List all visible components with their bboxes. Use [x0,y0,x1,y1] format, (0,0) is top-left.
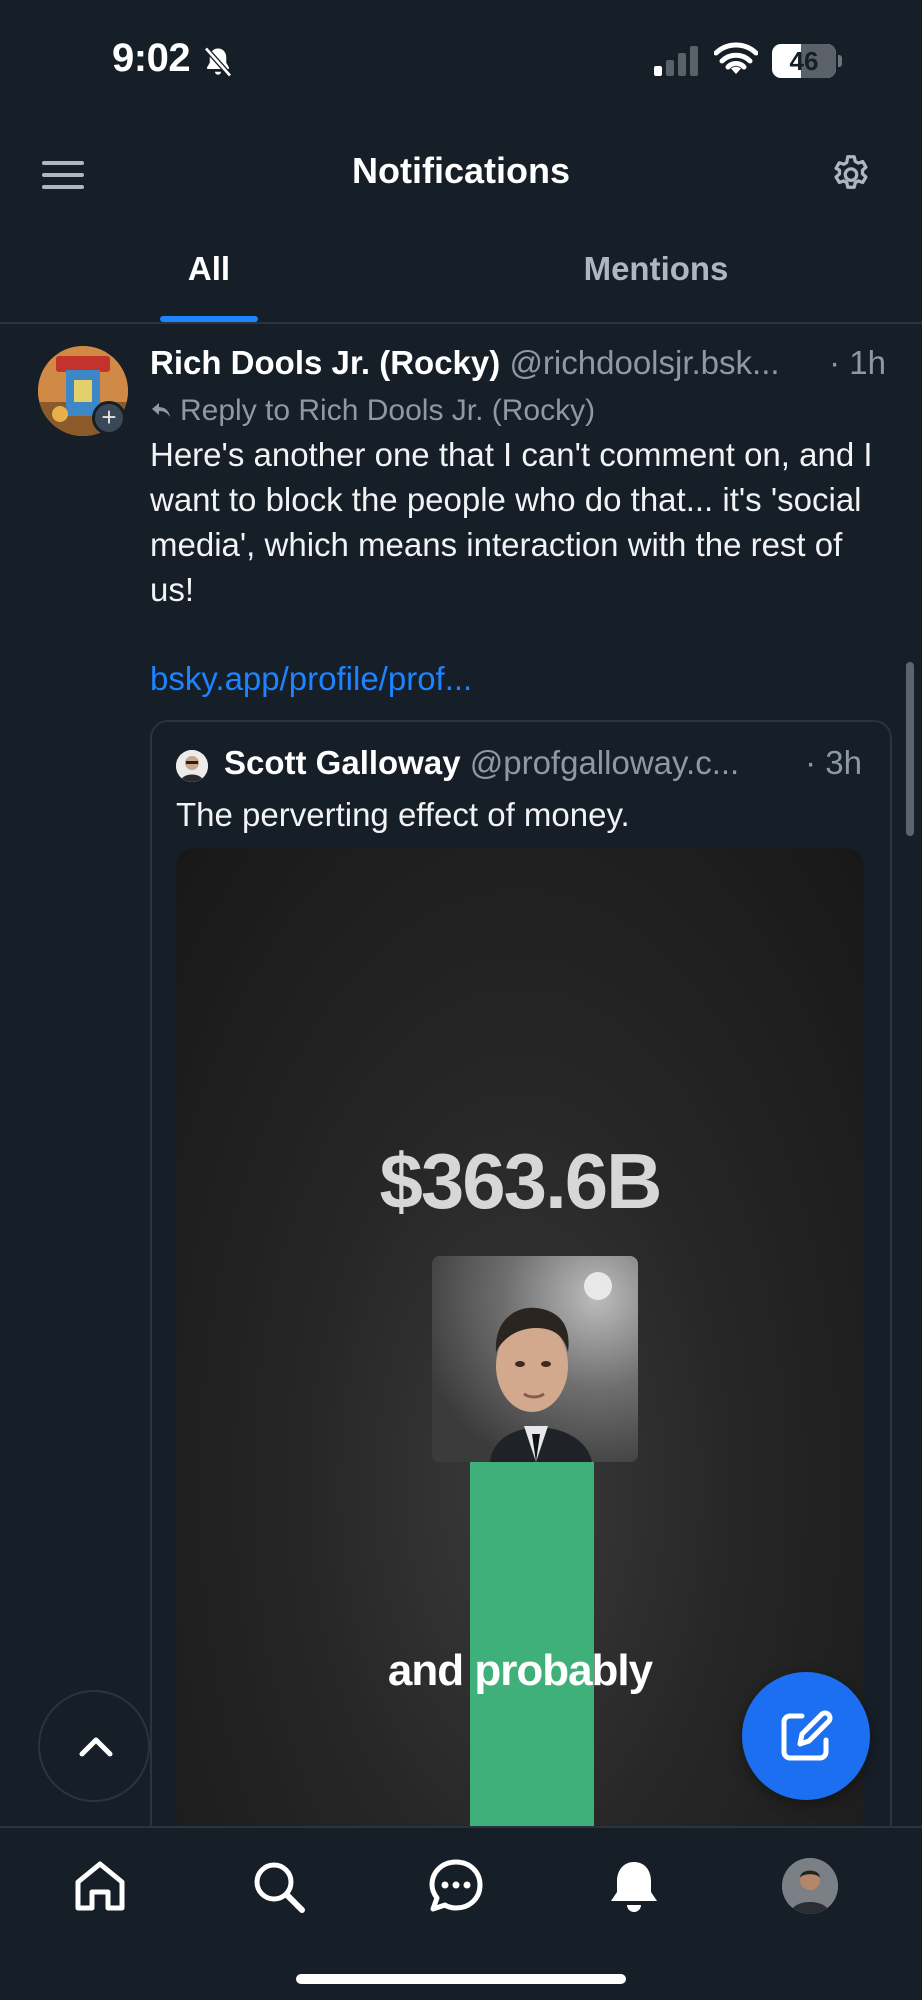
author-name[interactable]: Rich Dools Jr. (Rocky) [150,344,500,381]
quote-author-avatar [176,750,208,782]
home-icon[interactable] [70,1856,130,1916]
wifi-icon [714,42,758,74]
gear-icon[interactable] [828,152,874,198]
home-indicator [296,1974,626,1984]
status-time: 9:02 [112,36,191,80]
bottom-nav [0,1826,922,2000]
video-portrait [432,1256,638,1462]
compose-button[interactable] [742,1672,870,1800]
active-tab-indicator [160,316,258,322]
post-text: Here's another one that I can't comment … [150,436,873,608]
scrollbar[interactable] [906,662,914,836]
battery-icon: 46 [772,44,842,78]
quote-header: Scott Galloway @profgalloway.c... [224,744,739,782]
reply-to-text: Reply to Rich Dools Jr. (Rocky) [180,394,596,427]
compose-pencil-icon [781,1710,833,1761]
reply-to-line[interactable]: Reply to Rich Dools Jr. (Rocky) [150,394,595,428]
post-link[interactable]: bsky.app/profile/prof... [150,660,472,698]
profile-avatar[interactable] [782,1858,838,1914]
post-header: Rich Dools Jr. (Rocky) @richdoolsjr.bsk.… [150,344,890,382]
tab-mentions[interactable]: Mentions [500,250,812,288]
cellular-signal-icon [654,46,698,76]
tab-all[interactable]: All [0,250,418,288]
video-amount-text: $363.6B [379,1137,663,1225]
search-icon[interactable] [248,1856,308,1916]
quote-author-name[interactable]: Scott Galloway [224,744,461,781]
status-bar: 9:02 46 [0,0,922,120]
notification-tabs: All Mentions [0,230,922,324]
reply-arrow-icon [152,403,170,417]
battery-percent: 46 [789,46,819,76]
chat-icon[interactable] [426,1856,486,1916]
quote-author-handle[interactable]: @profgalloway.c... [470,744,740,781]
post-time: · 1h [829,344,886,381]
author-handle[interactable]: @richdoolsjr.bsk... [509,344,779,381]
quote-text: The perverting effect of money. [176,796,630,833]
follow-plus-icon[interactable]: + [92,401,126,435]
page-title: Notifications [351,150,570,191]
scroll-to-top-button[interactable] [38,1690,150,1802]
top-header: Notifications [0,130,922,220]
bell-icon[interactable] [604,1856,664,1916]
quote-time: · 3h [805,744,862,781]
bell-slash-icon [204,46,232,78]
chevron-up-icon [79,1737,113,1757]
